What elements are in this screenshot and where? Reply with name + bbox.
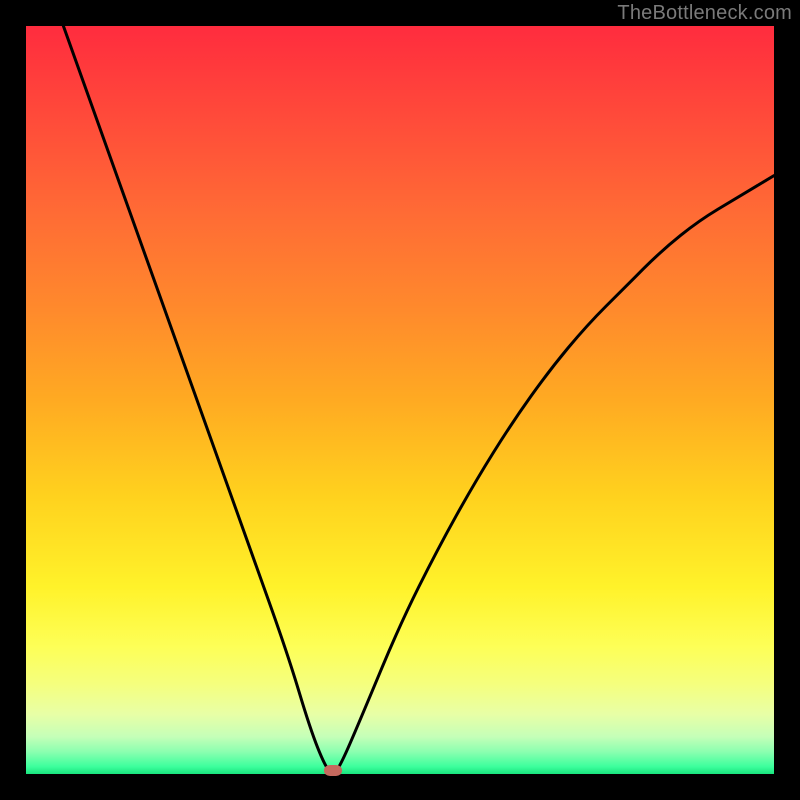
optimal-point-marker (324, 765, 342, 776)
bottleneck-curve (26, 26, 774, 774)
watermark-text: TheBottleneck.com (617, 2, 792, 25)
chart-plot-area (26, 26, 774, 774)
chart-frame: TheBottleneck.com (0, 0, 800, 800)
